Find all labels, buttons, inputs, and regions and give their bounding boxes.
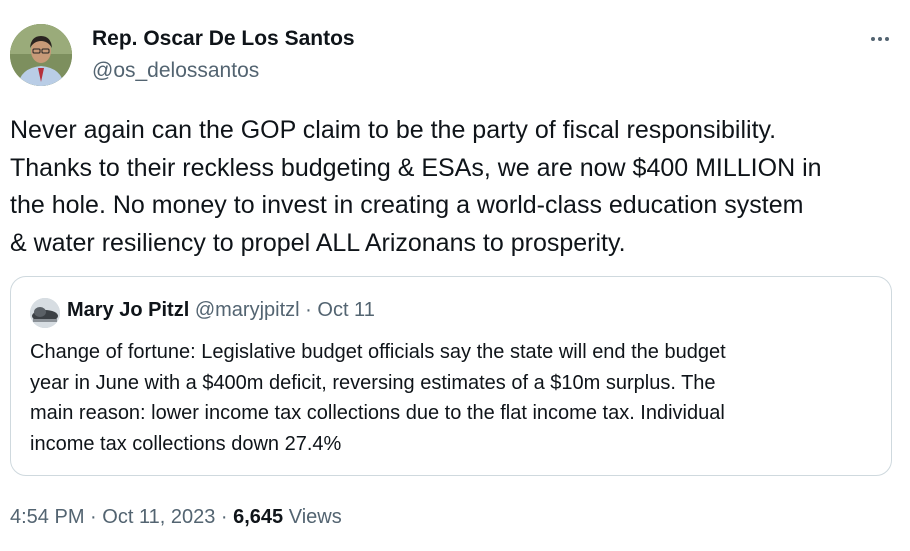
- tweet-time[interactable]: 4:54 PM: [10, 506, 84, 528]
- more-options-button[interactable]: [862, 24, 898, 54]
- tweet-text-line: the hole. No money to invest in creating…: [10, 191, 804, 219]
- views-count: 6,645: [233, 506, 284, 528]
- quote-text-line: main reason: lower income tax collection…: [30, 402, 725, 424]
- author-avatar[interactable]: [10, 24, 72, 86]
- quote-text-line: year in June with a $400m deficit, rever…: [30, 371, 716, 394]
- author-name[interactable]: Rep. Oscar De Los Santos: [92, 27, 355, 51]
- quoted-tweet-card[interactable]: Mary Jo Pitzl @maryjpitzl · Oct 11 Chang…: [10, 276, 892, 476]
- footer-separator: ·: [220, 506, 228, 528]
- quote-text-line: income tax collections down 27.4%: [30, 432, 342, 455]
- tweet: Rep. Oscar De Los Santos @os_delossantos…: [0, 0, 910, 551]
- footer-separator: ·: [90, 506, 97, 528]
- author-handle[interactable]: @os_delossantos: [92, 59, 259, 83]
- quote-date[interactable]: Oct 11: [317, 299, 374, 321]
- tweet-text-line: & water resiliency to propel ALL Arizona…: [10, 228, 626, 257]
- tweet-text: Never again can the GOP claim to be the …: [10, 112, 895, 262]
- quote-author-name[interactable]: Mary Jo Pitzl: [67, 299, 189, 321]
- quote-header: Mary Jo Pitzl @maryjpitzl · Oct 11: [67, 299, 375, 322]
- tweet-date[interactable]: Oct 11, 2023: [102, 506, 215, 528]
- quote-text: Change of fortune: Legislative budget of…: [30, 337, 880, 459]
- quote-author-avatar[interactable]: [30, 298, 60, 328]
- views-label: Views: [288, 506, 342, 528]
- tweet-footer: 4:54 PM · Oct 11, 2023 · 6,645 Views: [10, 506, 342, 529]
- tweet-text-line: Never again can the GOP claim to be the …: [10, 116, 777, 144]
- tweet-text-line: Thanks to their reckless budgeting & ESA…: [10, 153, 822, 182]
- quote-author-handle[interactable]: @maryjpitzl: [195, 299, 300, 321]
- more-horizontal-icon: [871, 37, 875, 41]
- quote-separator: ·: [305, 299, 312, 321]
- quote-text-line: Change of fortune: Legislative budget of…: [30, 341, 726, 363]
